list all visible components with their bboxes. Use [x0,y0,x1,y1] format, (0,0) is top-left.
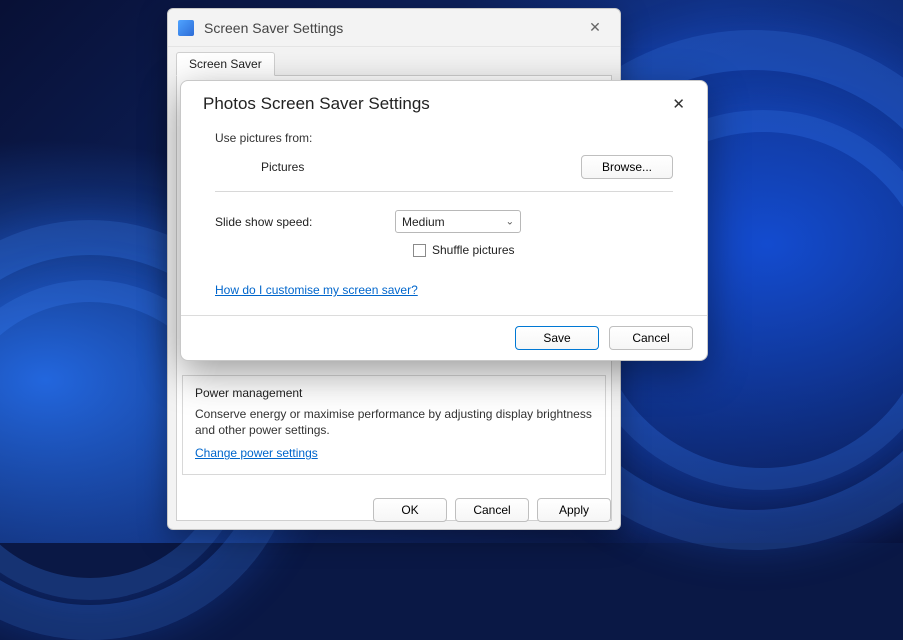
speed-label: Slide show speed: [215,215,395,229]
power-management-group: Power management Conserve energy or maxi… [182,375,606,475]
speed-value: Medium [402,215,445,229]
power-heading: Power management [195,386,593,400]
save-button[interactable]: Save [515,326,599,350]
pictures-folder-value: Pictures [215,160,395,174]
browse-button[interactable]: Browse... [581,155,673,179]
apply-button[interactable]: Apply [537,498,611,522]
photos-screensaver-settings-dialog: Photos Screen Saver Settings ✕ Use pictu… [180,80,708,361]
speed-select[interactable]: Medium ⌄ [395,210,521,233]
power-description: Conserve energy or maximise performance … [195,406,593,438]
cancel-button[interactable]: Cancel [609,326,693,350]
shuffle-label: Shuffle pictures [432,243,515,257]
tab-strip: Screen Saver [168,47,620,75]
screensaver-icon [178,20,194,36]
parent-button-row: OK Cancel Apply [167,494,621,526]
change-power-settings-link[interactable]: Change power settings [195,446,318,460]
chevron-down-icon: ⌄ [506,216,514,227]
tab-screen-saver[interactable]: Screen Saver [176,52,275,76]
use-pictures-label: Use pictures from: [215,131,673,145]
titlebar[interactable]: Screen Saver Settings ✕ [168,9,620,47]
help-link[interactable]: How do I customise my screen saver? [215,283,418,297]
dialog-title: Photos Screen Saver Settings [203,94,430,114]
close-icon[interactable]: ✕ [666,93,691,115]
window-title: Screen Saver Settings [204,20,343,36]
divider [215,191,673,192]
ok-button[interactable]: OK [373,498,447,522]
shuffle-checkbox[interactable] [413,244,426,257]
dialog-button-row: Save Cancel [181,315,707,360]
dialog-titlebar[interactable]: Photos Screen Saver Settings ✕ [181,81,707,125]
close-icon[interactable]: ✕ [580,19,610,36]
cancel-button[interactable]: Cancel [455,498,529,522]
